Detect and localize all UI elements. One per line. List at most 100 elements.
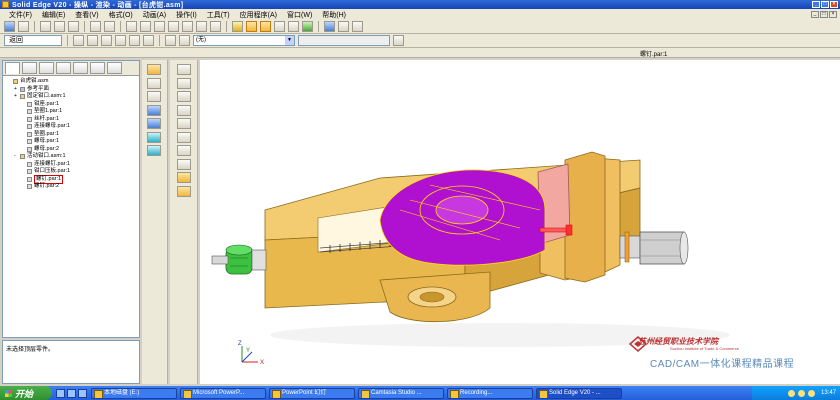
menu-window[interactable]: 窗口(W) [282,10,317,20]
menu-file[interactable]: 文件(F) [4,10,37,20]
start-button[interactable]: 开始 [0,386,52,400]
wireframe-icon[interactable] [260,21,271,32]
simulate-icon[interactable] [177,105,191,116]
explode-icon[interactable] [101,35,112,46]
tree-item[interactable]: 垫圈1.par:1 [7,108,139,116]
align-icon[interactable] [147,118,161,129]
zoom-area-icon[interactable] [154,21,165,32]
taskbar-button[interactable]: 本地磁盘 (E:) [91,387,177,399]
tab-tools[interactable] [107,62,122,74]
taskbar-button[interactable]: Solid Edge V20 - ... [536,387,622,399]
tree-item[interactable]: 螺母.par:1 [7,138,139,146]
shaded-edges-icon[interactable] [246,21,257,32]
tree-item[interactable]: 丝杆.par:1 [7,116,139,124]
tree-item[interactable]: 台虎钳.asm [7,78,139,86]
redo-icon[interactable] [104,21,115,32]
doc-close-button[interactable]: × [829,11,837,18]
window-tile-icon[interactable] [324,21,335,32]
fit-icon[interactable] [182,21,193,32]
display-config-select[interactable]: (无) ▼ [193,35,295,46]
browser-icon[interactable] [67,388,76,398]
expand-toggle-icon[interactable]: - [14,153,19,161]
tab-sensors[interactable] [73,62,88,74]
taskbar-button[interactable]: Recording... [447,387,533,399]
collapse-icon[interactable] [115,35,126,46]
shaded-icon[interactable] [232,21,243,32]
drive-icon[interactable] [177,78,191,89]
cut-icon[interactable] [40,21,51,32]
render-scene-icon[interactable] [177,186,191,197]
render-icon[interactable] [274,21,285,32]
tab-parts-library[interactable] [22,62,37,74]
maximize-button[interactable]: □ [821,1,829,8]
print-icon[interactable] [18,21,29,32]
tray-network-icon[interactable] [787,389,795,397]
constraint-icon[interactable] [177,132,191,143]
tray-ime-icon[interactable] [807,389,815,397]
assemble-icon[interactable] [147,91,161,102]
measure-icon[interactable] [177,159,191,170]
tree-item[interactable]: - 活动钳口.asm:1 [7,153,139,161]
mate-icon[interactable] [147,105,161,116]
tab-layers[interactable] [56,62,71,74]
select-tool-icon[interactable] [126,21,137,32]
unbind-icon[interactable] [179,35,190,46]
dimension-icon[interactable] [177,145,191,156]
menu-applications[interactable]: 应用程序(A) [235,10,282,20]
minimize-button[interactable]: _ [812,1,820,8]
tree-item[interactable]: 连接螺钉.par:1 [7,161,139,169]
bind-icon[interactable] [165,35,176,46]
tray-volume-icon[interactable] [797,389,805,397]
menu-tools[interactable]: 工具(T) [202,10,235,20]
select-arrow-icon[interactable] [147,64,161,75]
tab-assembly-pathfinder[interactable] [5,62,20,74]
paste-icon[interactable] [68,21,79,32]
menu-edit[interactable]: 编辑(E) [37,10,70,20]
tab-features[interactable] [39,62,54,74]
taskbar-button[interactable]: Microsoft PowerP... [180,387,266,399]
tree-item[interactable]: 钳口压板.par:1 [7,168,139,176]
rotate-icon[interactable] [210,21,221,32]
light-icon[interactable] [302,21,313,32]
expand-toggle-icon[interactable]: + [14,93,19,101]
tree-item[interactable]: 螺钉.par:1 [7,174,139,184]
tree-item[interactable]: 垫圈.par:1 [7,131,139,139]
expand-toggle-icon[interactable]: + [14,86,19,94]
graphics-viewport[interactable]: Z Y X 苏州经贸职业技术学院 Suzhou Institute of Tra… [200,60,840,384]
doc-minimize-button[interactable]: _ [811,11,819,18]
close-button[interactable]: × [830,1,838,8]
help-icon[interactable] [352,21,363,32]
move-part-icon[interactable] [73,35,84,46]
config-options-icon[interactable] [393,35,404,46]
motor-icon[interactable] [177,64,191,75]
menu-operation[interactable]: 操作(I) [171,10,202,20]
reposition-icon[interactable] [129,35,140,46]
tree-item[interactable]: 钳座.par:1 [7,101,139,109]
insert-icon[interactable] [147,132,161,143]
taskbar-button[interactable]: Camtasia Studio ... [358,387,444,399]
menu-format[interactable]: 格式(O) [104,10,138,20]
tree-item[interactable]: + 参考平面 [7,86,139,94]
tree-item[interactable]: 螺母.par:2 [7,146,139,154]
camera-icon[interactable] [288,21,299,32]
properties-icon[interactable] [338,21,349,32]
assembly-path-icon[interactable] [87,35,98,46]
view-orient-icon[interactable] [140,21,151,32]
tree-item[interactable]: 螺钉.par:2 [7,183,139,191]
connect-icon[interactable] [147,145,161,156]
tab-reports[interactable] [90,62,105,74]
flow-line-icon[interactable] [143,35,154,46]
pan-icon[interactable] [196,21,207,32]
tree-item[interactable]: 连接螺母.par:1 [7,123,139,131]
doc-restore-button[interactable]: □ [820,11,828,18]
undo-icon[interactable] [90,21,101,32]
copy-icon[interactable] [54,21,65,32]
zoom-icon[interactable] [168,21,179,32]
gear-relation-icon[interactable] [177,91,191,102]
secondary-select[interactable] [298,35,390,46]
show-desktop-icon[interactable] [56,388,65,398]
place-part-icon[interactable] [147,78,161,89]
tree-item[interactable]: + 固定钳口.asm:1 [7,93,139,101]
chevron-down-icon[interactable]: ▼ [285,36,294,45]
media-icon[interactable] [78,388,87,398]
